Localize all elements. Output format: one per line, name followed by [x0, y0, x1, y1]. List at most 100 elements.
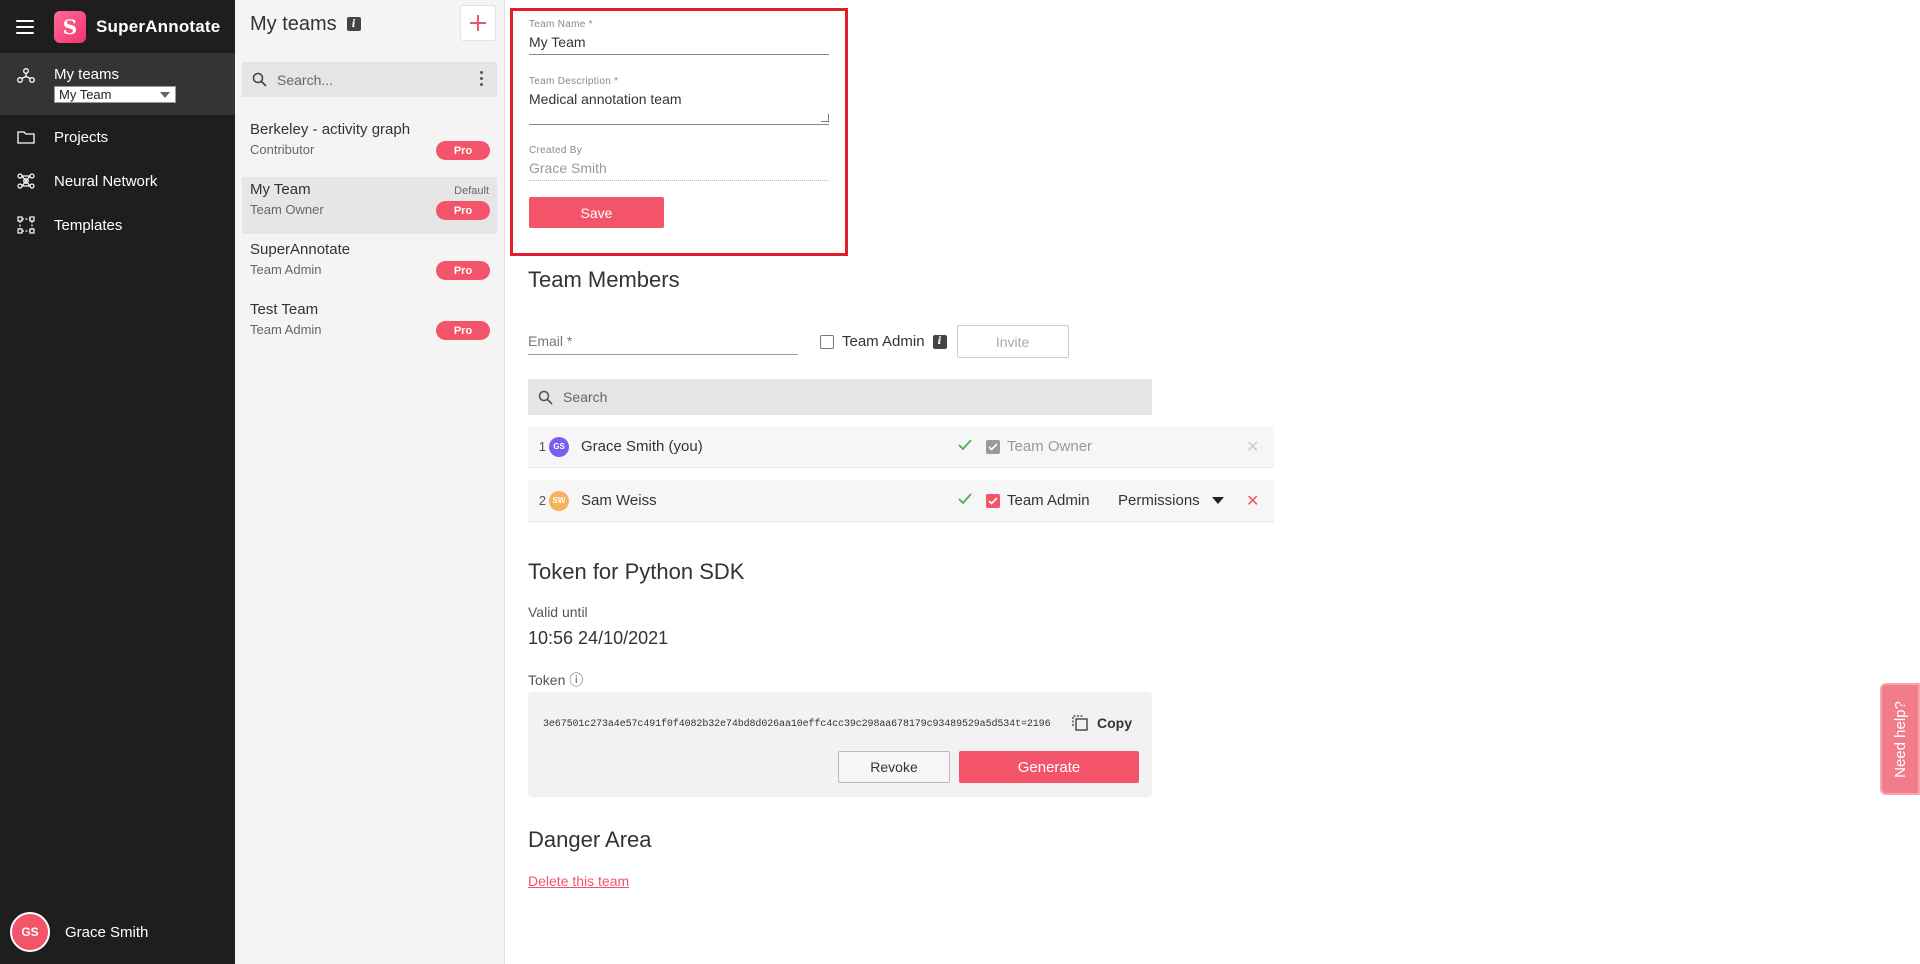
- created-by-group: Created By Grace Smith: [529, 145, 829, 181]
- team-admin-checkbox[interactable]: [820, 334, 834, 349]
- teams-icon: [16, 66, 36, 86]
- token-value: 3e67501c273a4e57c491f0f4082b32e74bd8d026…: [543, 719, 1051, 730]
- nav-item-templates[interactable]: Templates: [0, 203, 235, 247]
- teams-search-input[interactable]: [277, 71, 457, 88]
- member-search-input[interactable]: [563, 389, 1063, 405]
- nav-header: S SuperAnnotate: [0, 0, 235, 53]
- need-help-button[interactable]: Need help?: [1880, 683, 1920, 795]
- team-admin-checkbox[interactable]: [986, 494, 1000, 508]
- checkmark-icon: [988, 443, 998, 451]
- valid-until-value: 10:56 24/10/2021: [528, 628, 669, 648]
- team-name-group: Team Name * My Team: [529, 19, 829, 55]
- copy-button[interactable]: Copy: [1071, 714, 1132, 732]
- team-admin-label: Team Admin: [842, 333, 925, 350]
- token-label: Token ⓘ: [528, 672, 584, 688]
- member-row: 1 GS Grace Smith (you) Team Owner ✕: [528, 426, 1274, 468]
- token-box: 3e67501c273a4e57c491f0f4082b32e74bd8d026…: [528, 692, 1152, 797]
- nav-item-label: Neural Network: [54, 172, 158, 190]
- search-icon: [538, 390, 553, 405]
- valid-until-label: Valid until: [528, 604, 588, 620]
- member-role: Team Owner: [1007, 438, 1093, 455]
- member-index: 2: [538, 493, 546, 508]
- team-description-group: Team Description * Medical annotation te…: [529, 76, 829, 125]
- more-options-icon[interactable]: [480, 71, 483, 86]
- copy-label: Copy: [1097, 715, 1132, 731]
- danger-area-title: Danger Area: [528, 827, 652, 852]
- nav-item-my-teams[interactable]: My teams My Team: [0, 53, 235, 115]
- permissions-dropdown[interactable]: Permissions: [1118, 492, 1224, 509]
- nav-item-label: Projects: [54, 128, 109, 146]
- avatar: GS: [549, 436, 569, 457]
- copy-icon: [1072, 715, 1088, 731]
- team-name-field[interactable]: My Team: [529, 34, 829, 55]
- team-description-value: Medical annotation team: [529, 91, 682, 107]
- team-item-test-team[interactable]: Test Team Team Admin Pro: [242, 297, 497, 354]
- team-selector-dropdown[interactable]: My Team: [54, 86, 176, 103]
- team-details-form: Team Name * My Team Team Description * M…: [510, 8, 848, 256]
- teams-panel-header: My teams i: [235, 0, 504, 48]
- revoke-button[interactable]: Revoke: [838, 751, 950, 783]
- avatar: GS: [10, 912, 50, 952]
- team-name: Berkeley - activity graph: [250, 121, 411, 138]
- delete-team-link[interactable]: Delete this team: [528, 873, 629, 889]
- team-description-label: Team Description *: [529, 76, 619, 87]
- hamburger-menu-icon[interactable]: [16, 19, 34, 34]
- pro-badge: Pro: [436, 321, 490, 340]
- selected-team-label: My Team: [59, 87, 112, 102]
- pro-badge: Pro: [436, 261, 490, 280]
- nav-item-label: Templates: [54, 216, 123, 234]
- team-name: Test Team: [250, 301, 319, 318]
- plus-icon: [470, 15, 486, 31]
- brand-name: SuperAnnotate: [96, 16, 221, 36]
- team-members-title: Team Members: [528, 267, 680, 292]
- templates-icon: [16, 215, 36, 235]
- team-name-label: Team Name *: [529, 19, 593, 30]
- member-role: Team Admin: [1007, 492, 1090, 509]
- info-icon[interactable]: i: [932, 334, 947, 349]
- nav-item-neural-network[interactable]: Neural Network: [0, 159, 235, 203]
- info-icon[interactable]: i: [346, 17, 361, 31]
- invite-button[interactable]: Invite: [956, 325, 1069, 358]
- panel-title: My teams: [250, 12, 337, 35]
- team-name: SuperAnnotate: [250, 241, 351, 258]
- remove-member-icon[interactable]: ✕: [1246, 491, 1259, 511]
- member-index: 1: [538, 439, 546, 454]
- neural-network-icon: [16, 171, 36, 191]
- invite-row: Team Admin i Invite: [528, 325, 1069, 358]
- teams-panel: My teams i Berkeley - activity graph Con…: [235, 0, 505, 964]
- user-profile[interactable]: GS Grace Smith: [10, 912, 148, 952]
- check-icon: [958, 438, 972, 455]
- generate-button[interactable]: Generate: [959, 751, 1139, 783]
- checkmark-icon: [988, 497, 998, 505]
- permissions-label: Permissions: [1118, 492, 1200, 509]
- created-by-value: Grace Smith: [529, 160, 829, 181]
- search-icon: [252, 72, 267, 87]
- team-item-superannotate[interactable]: SuperAnnotate Team Admin Pro: [242, 237, 497, 294]
- save-button[interactable]: Save: [529, 197, 664, 228]
- created-by-label: Created By: [529, 145, 583, 156]
- team-admin-checkbox: [986, 440, 1000, 454]
- caret-down-icon: [1211, 497, 1224, 504]
- check-icon: [958, 492, 972, 509]
- nav-item-projects[interactable]: Projects: [0, 115, 235, 159]
- team-item-berkeley[interactable]: Berkeley - activity graph Contributor Pr…: [242, 117, 497, 174]
- team-item-my-team[interactable]: My Team Team Owner Default Pro: [242, 177, 497, 234]
- member-name: Sam Weiss: [581, 492, 657, 509]
- team-description-field[interactable]: Medical annotation team: [529, 91, 829, 125]
- add-team-button[interactable]: [460, 5, 496, 41]
- avatar: SW: [549, 490, 569, 511]
- remove-member-icon: ✕: [1246, 438, 1260, 456]
- user-name: Grace Smith: [65, 923, 149, 941]
- team-settings-main: Team Name * My Team Team Description * M…: [505, 0, 1920, 964]
- member-name: Grace Smith (you): [581, 438, 703, 455]
- team-list: Berkeley - activity graph Contributor Pr…: [235, 117, 504, 354]
- chevron-down-icon: [160, 91, 170, 98]
- resize-handle-icon[interactable]: [821, 114, 829, 122]
- email-input[interactable]: [528, 328, 798, 355]
- token-title: Token for Python SDK: [528, 559, 745, 584]
- nav-item-label: My teams: [54, 66, 120, 83]
- main-nav: S SuperAnnotate My teams My Team Project…: [0, 0, 235, 964]
- need-help-label: Need help?: [1891, 700, 1909, 778]
- default-tag: Default: [454, 185, 489, 197]
- pro-badge: Pro: [436, 201, 490, 220]
